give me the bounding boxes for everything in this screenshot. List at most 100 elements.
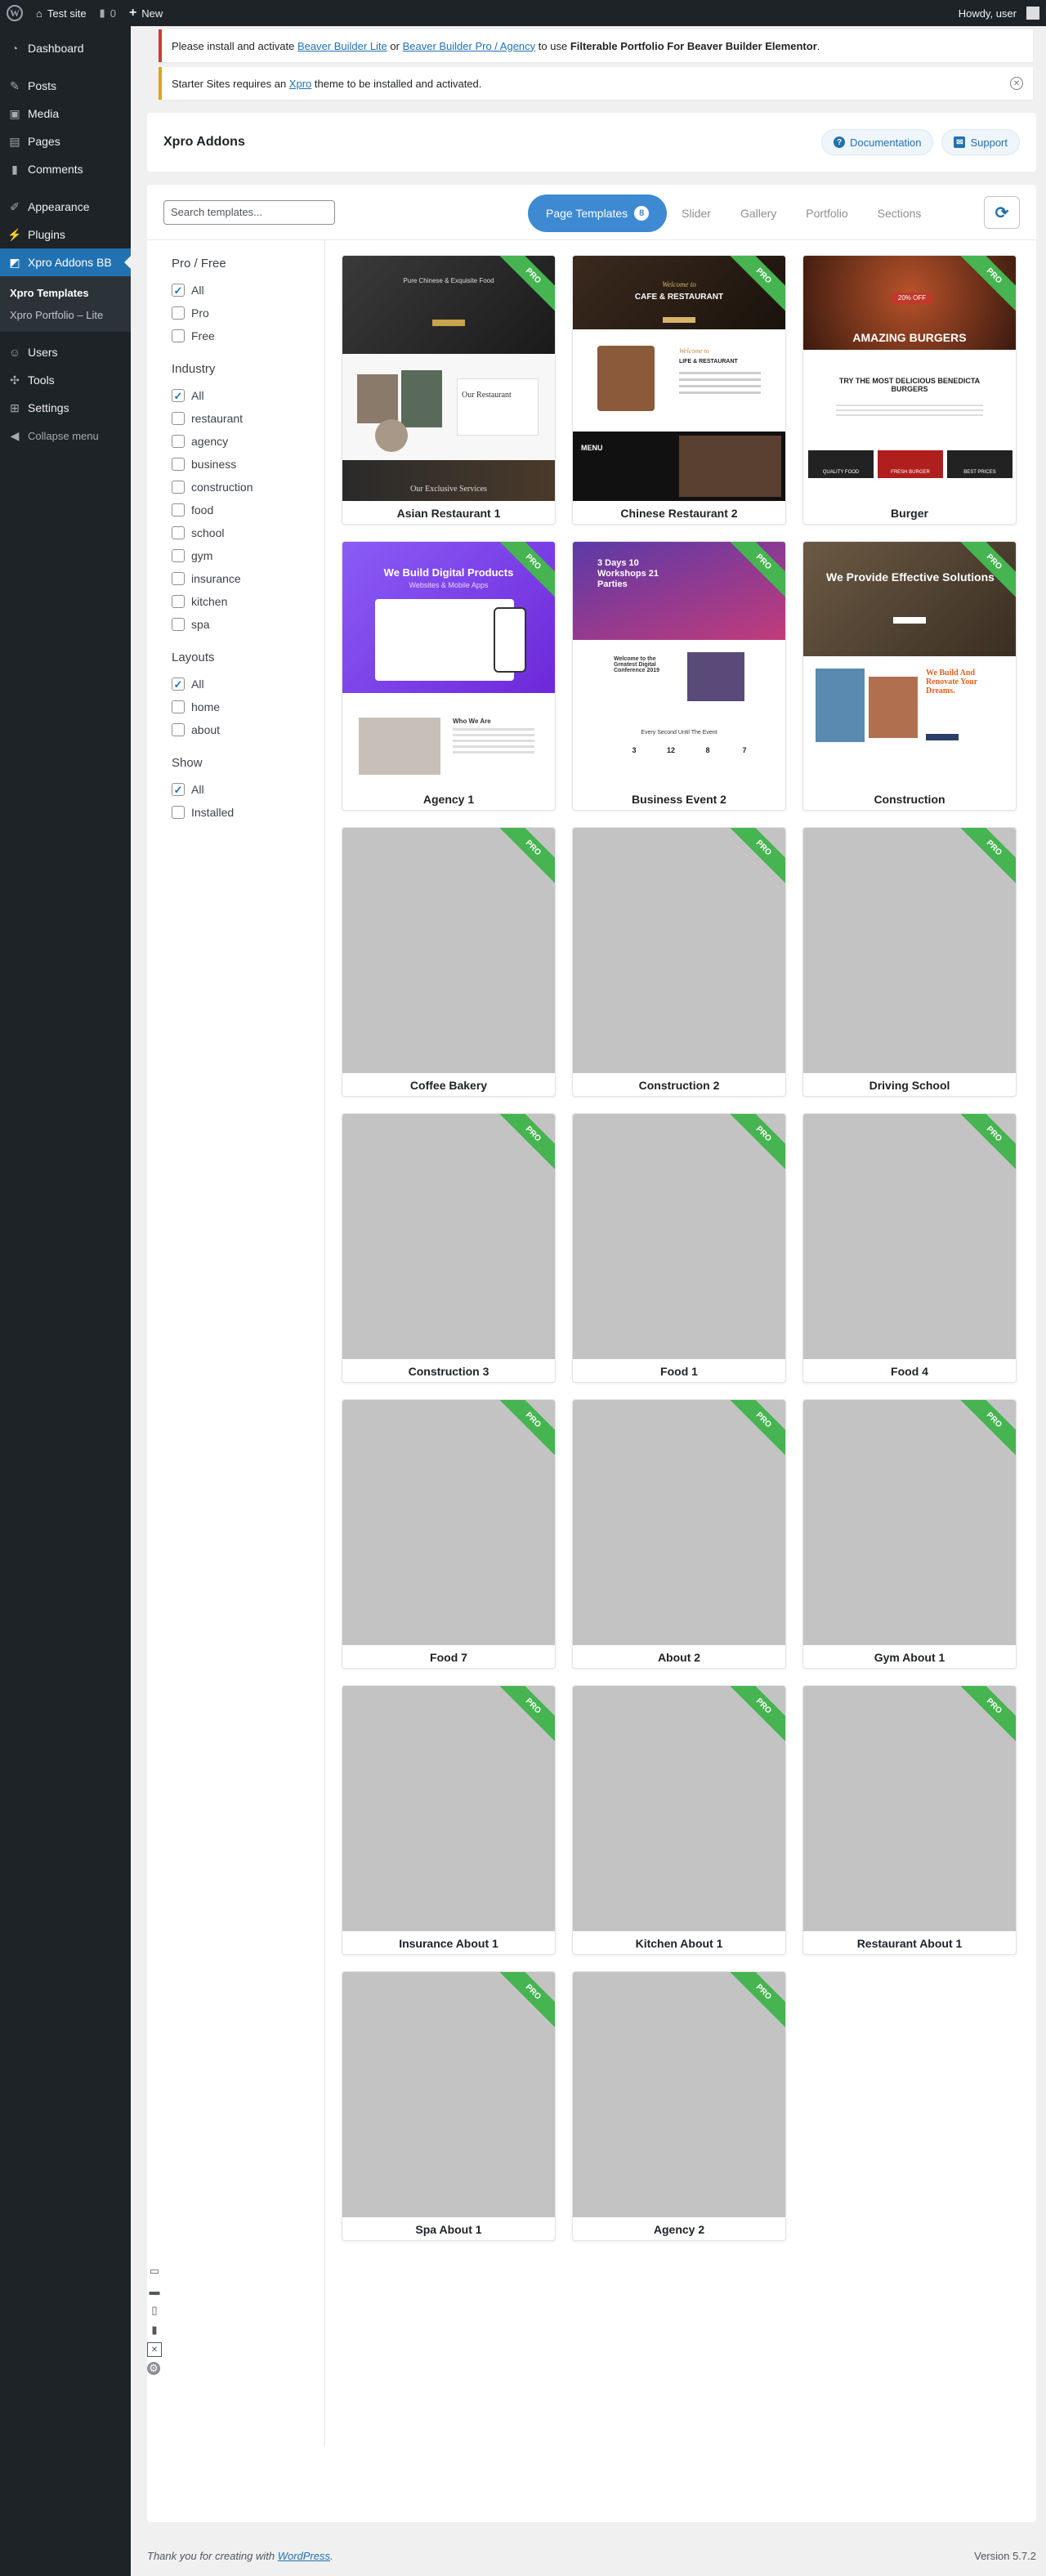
template-card[interactable]: PRO Construction 3	[342, 1113, 556, 1383]
new-content-menu[interactable]: + New	[123, 0, 169, 26]
checkbox-checked[interactable]: ✓	[172, 783, 185, 796]
submenu-xpro-portfolio[interactable]: Xpro Portfolio – Lite	[0, 304, 131, 326]
menu-dashboard[interactable]: ◔ Dashboard	[0, 34, 131, 62]
collapse-menu-button[interactable]: ◀ Collapse menu	[0, 422, 131, 449]
menu-media[interactable]: ▣ Media	[0, 100, 131, 127]
menu-label: Plugins	[28, 228, 65, 241]
checkbox[interactable]	[172, 306, 185, 320]
filter-option[interactable]: school	[172, 521, 324, 544]
checkbox[interactable]	[172, 481, 185, 494]
checkbox[interactable]	[172, 806, 185, 819]
close-preview-icon[interactable]: ✕	[147, 2342, 162, 2357]
template-card[interactable]: PRO Kitchen About 1	[572, 1685, 786, 1955]
template-card[interactable]: We Provide Effective Solutions We Build A…	[802, 541, 1017, 811]
filter-option[interactable]: ✓ All	[172, 673, 324, 695]
desktop-icon[interactable]: ▭	[147, 2264, 162, 2279]
checkbox[interactable]	[172, 723, 185, 736]
mobile-icon[interactable]: ▮	[147, 2323, 162, 2337]
checkbox[interactable]	[172, 526, 185, 539]
beaver-builder-lite-link[interactable]: Beaver Builder Lite	[297, 40, 387, 52]
menu-settings[interactable]: ⊞ Settings	[0, 394, 131, 422]
menu-appearance[interactable]: ✐ Appearance	[0, 193, 131, 221]
filter-option[interactable]: kitchen	[172, 590, 324, 613]
refresh-icon: ⟳	[995, 203, 1009, 222]
menu-xpro-addons-bb[interactable]: ◩ Xpro Addons BB	[0, 248, 131, 276]
settings-gear-icon[interactable]: ⚙	[147, 2362, 160, 2375]
dismiss-notice-icon[interactable]: ✕	[1010, 77, 1023, 90]
checkbox[interactable]	[172, 412, 185, 425]
filter-option[interactable]: food	[172, 499, 324, 521]
tab-page-templates[interactable]: Page Templates 8	[528, 195, 668, 232]
filter-option[interactable]: gym	[172, 544, 324, 567]
template-card[interactable]: Welcome to CAFE & RESTAURANT Welcome to LIF…	[572, 255, 786, 525]
template-card[interactable]: PRO Gym About 1	[802, 1399, 1017, 1669]
tab-gallery[interactable]: Gallery	[726, 195, 791, 232]
template-card[interactable]: PRO Food 4	[802, 1113, 1017, 1383]
pro-ribbon: PRO	[498, 1972, 555, 2029]
filter-option[interactable]: ✓ All	[172, 279, 324, 302]
tablet-icon[interactable]: ▯	[147, 2303, 162, 2318]
template-card[interactable]: PRO About 2	[572, 1399, 786, 1669]
template-card[interactable]: PRO Spa About 1	[342, 1971, 556, 2241]
documentation-button[interactable]: ? Documentation	[821, 129, 934, 155]
menu-comments[interactable]: ▮ Comments	[0, 155, 131, 183]
checkbox[interactable]	[172, 435, 185, 448]
filter-option[interactable]: ✓ All	[172, 778, 324, 801]
checkbox[interactable]	[172, 700, 185, 713]
checkbox[interactable]	[172, 618, 185, 631]
filter-option[interactable]: Pro	[172, 302, 324, 324]
tab-slider[interactable]: Slider	[667, 195, 726, 232]
checkbox[interactable]	[172, 503, 185, 517]
xpro-theme-link[interactable]: Xpro	[289, 78, 311, 90]
filter-option[interactable]: home	[172, 695, 324, 718]
filter-option[interactable]: construction	[172, 476, 324, 499]
support-button[interactable]: ✉ Support	[941, 129, 1020, 155]
checkbox[interactable]	[172, 549, 185, 562]
template-card[interactable]: PRO Restaurant About 1	[802, 1685, 1017, 1955]
filter-option[interactable]: ✓ All	[172, 384, 324, 407]
checkbox[interactable]	[172, 572, 185, 585]
filter-option[interactable]: about	[172, 718, 324, 741]
comments-menu[interactable]: ▮ 0	[93, 0, 123, 26]
checkbox[interactable]	[172, 329, 185, 342]
template-card[interactable]: PRO Construction 2	[572, 827, 786, 1097]
template-card[interactable]: PRO Agency 2	[572, 1971, 786, 2241]
filter-option[interactable]: restaurant	[172, 407, 324, 430]
template-card[interactable]: PRO Food 7	[342, 1399, 556, 1669]
filter-option[interactable]: Free	[172, 324, 324, 347]
wp-logo-menu[interactable]: W	[0, 0, 29, 26]
checkbox-checked[interactable]: ✓	[172, 389, 185, 402]
filter-option[interactable]: spa	[172, 613, 324, 636]
template-card[interactable]: We Build Digital Products Websites & Mobi…	[342, 541, 556, 811]
checkbox[interactable]	[172, 458, 185, 471]
submenu-xpro-templates[interactable]: Xpro Templates	[0, 282, 131, 304]
template-card[interactable]: PRO Food 1	[572, 1113, 786, 1383]
template-card[interactable]: PRO Insurance About 1	[342, 1685, 556, 1955]
checkbox[interactable]	[172, 595, 185, 608]
checkbox-checked[interactable]: ✓	[172, 678, 185, 691]
checkbox-checked[interactable]: ✓	[172, 284, 185, 297]
filter-option[interactable]: Installed	[172, 801, 324, 824]
template-card[interactable]: 20% OFF AMAZING BURGERS TRY THE MOST DELIC…	[802, 255, 1017, 525]
template-card[interactable]: PRO Driving School	[802, 827, 1017, 1097]
laptop-icon[interactable]: ▬	[147, 2283, 162, 2298]
wordpress-link[interactable]: WordPress	[278, 2550, 330, 2562]
tab-portfolio[interactable]: Portfolio	[791, 195, 862, 232]
tab-sections[interactable]: Sections	[863, 195, 936, 232]
template-card[interactable]: 3 Days 10 Workshops 21 Parties Welcome to…	[572, 541, 786, 811]
filter-option[interactable]: business	[172, 453, 324, 476]
my-account-menu[interactable]: Howdy, user	[952, 0, 1046, 26]
beaver-builder-pro-link[interactable]: Beaver Builder Pro / Agency	[403, 40, 536, 52]
site-name-menu[interactable]: ⌂ Test site	[29, 0, 93, 26]
menu-pages[interactable]: ▤ Pages	[0, 127, 131, 155]
menu-posts[interactable]: ✎ Posts	[0, 72, 131, 100]
filter-option[interactable]: agency	[172, 430, 324, 453]
refresh-templates-button[interactable]: ⟳	[984, 196, 1020, 229]
menu-users[interactable]: ☺ Users	[0, 338, 131, 366]
template-card[interactable]: Pure Chinese & Exquisite Food Our Restaur…	[342, 255, 556, 525]
filter-option[interactable]: insurance	[172, 567, 324, 590]
template-card[interactable]: PRO Coffee Bakery	[342, 827, 556, 1097]
menu-tools[interactable]: ✣ Tools	[0, 366, 131, 394]
search-templates-input[interactable]	[163, 199, 335, 225]
menu-plugins[interactable]: ⚡ Plugins	[0, 221, 131, 248]
